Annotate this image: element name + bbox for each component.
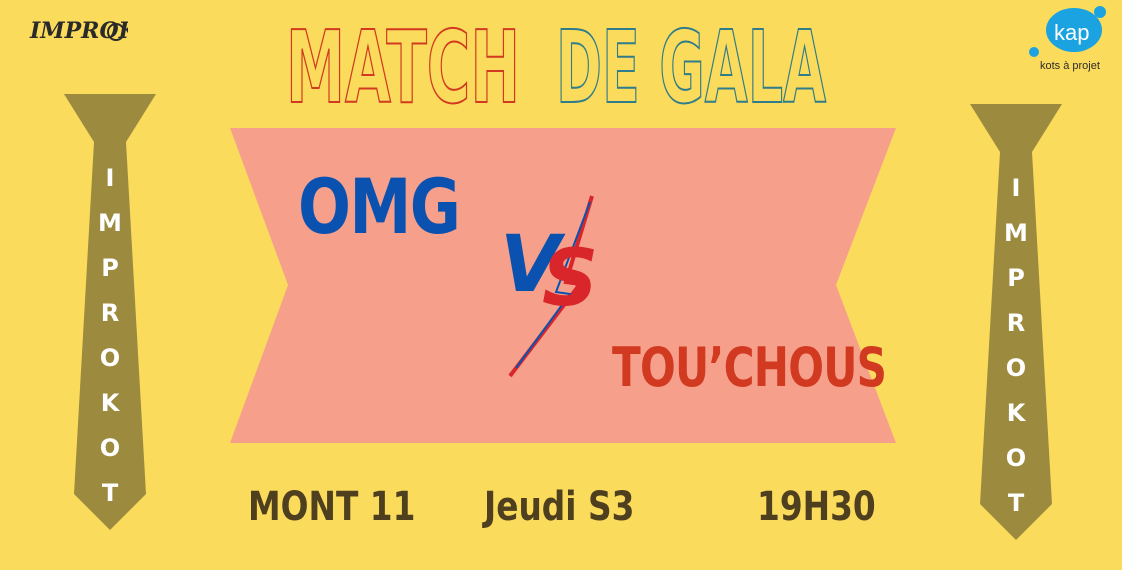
tie-letter: O [99, 434, 121, 462]
tie-letter: O [1005, 444, 1027, 472]
tie-letter: P [101, 254, 119, 282]
tie-letter: M [1004, 219, 1028, 247]
improkot-logo: IMPROKOT [28, 6, 174, 52]
kap-logo-text: kap [1054, 20, 1089, 45]
versus-s: S [542, 234, 599, 324]
tie-letter: R [1006, 309, 1026, 337]
versus: V S [496, 192, 616, 382]
tie-letter: R [100, 299, 120, 327]
tie-letter: K [1006, 399, 1026, 427]
title-part1: MATCH [286, 9, 520, 110]
tie-letter: I [105, 164, 115, 192]
tie-right: IMPROKOT [970, 104, 1062, 540]
tie-letter: K [100, 389, 120, 417]
poster: IMPROKOT kap kots à projet MATCH DE GALA… [0, 0, 1122, 570]
kap-caption: kots à projet [1040, 60, 1100, 72]
match-banner: OMG V S TOU’CHOUS [230, 128, 896, 443]
tie-letter: O [1005, 354, 1027, 382]
tie-right-letters: IMPROKOT [970, 166, 1062, 526]
tie-letter: I [1011, 174, 1021, 202]
event-day: Jeudi S3 [484, 484, 635, 530]
team-right: TOU’CHOUS [612, 336, 887, 399]
tie-letter: T [101, 479, 119, 507]
tie-letter: P [1007, 264, 1025, 292]
tie-letter: O [99, 344, 121, 372]
tie-letter: T [1007, 489, 1025, 517]
event-time: 19H30 [757, 484, 876, 530]
title-part2: DE GALA [556, 9, 826, 110]
tie-left: IMPROKOT [64, 94, 156, 530]
team-left: OMG [298, 162, 461, 251]
page-title: MATCH DE GALA [280, 6, 840, 110]
tie-left-letters: IMPROKOT [64, 156, 156, 516]
event-place: MONT 11 [248, 484, 416, 530]
tie-letter: M [98, 209, 122, 237]
